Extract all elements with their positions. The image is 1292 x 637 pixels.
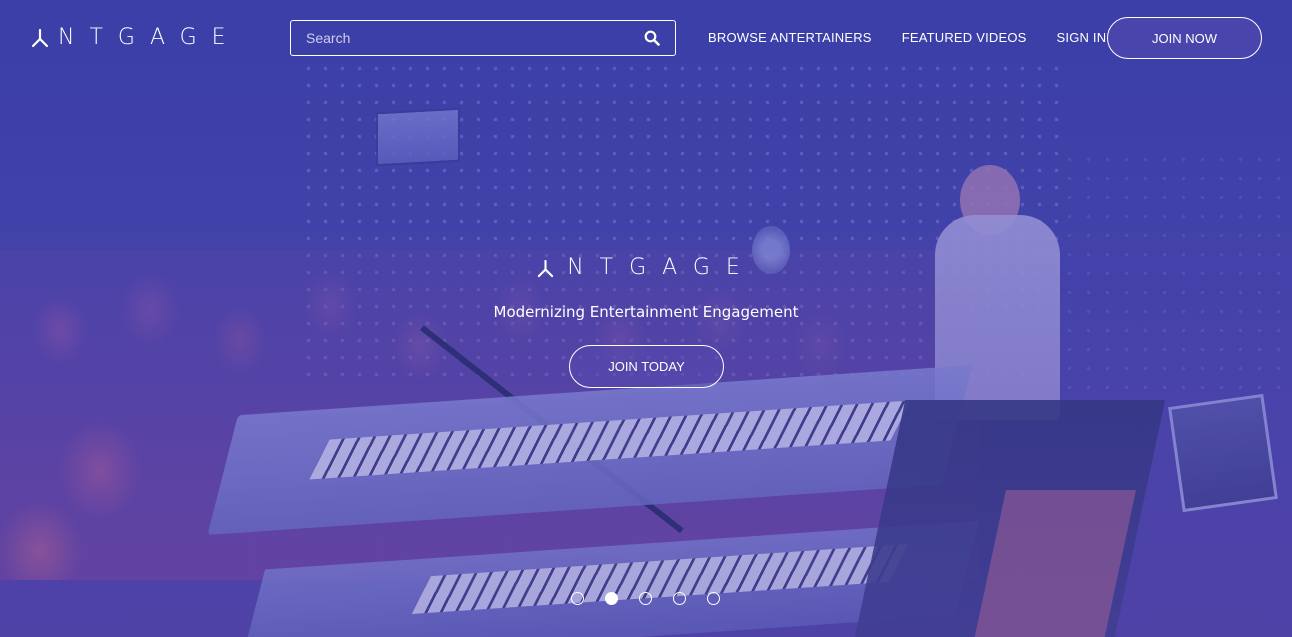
- carousel-dot[interactable]: [673, 592, 686, 605]
- carousel-dot[interactable]: [605, 592, 618, 605]
- nav-sign-in[interactable]: SIGN IN: [1057, 30, 1107, 45]
- search-bar: [290, 20, 676, 56]
- search-input[interactable]: [291, 29, 643, 47]
- carousel-dot[interactable]: [639, 592, 652, 605]
- tripod-a-logo-icon: [31, 28, 49, 48]
- join-today-button[interactable]: JOIN TODAY: [569, 345, 724, 388]
- hero-tagline: Modernizing Entertainment Engagement: [493, 303, 799, 321]
- search-icon[interactable]: [643, 29, 661, 47]
- nav-browse-entertainers[interactable]: BROWSE ANTERTAINERS: [708, 30, 872, 45]
- main-nav: BROWSE ANTERTAINERS FEATURED VIDEOS SIGN…: [708, 30, 1106, 45]
- hero-logo: NTGAGE: [0, 255, 1292, 280]
- carousel-dot[interactable]: [707, 592, 720, 605]
- carousel-indicators: [571, 592, 720, 605]
- brand-name: NTGAGE: [58, 25, 241, 50]
- join-now-button[interactable]: JOIN NOW: [1107, 17, 1262, 59]
- carousel-dot[interactable]: [571, 592, 584, 605]
- nav-featured-videos[interactable]: FEATURED VIDEOS: [902, 30, 1027, 45]
- tripod-a-logo-icon: [538, 259, 554, 277]
- hero-brand-name: NTGAGE: [567, 255, 756, 280]
- site-logo[interactable]: NTGAGE: [30, 25, 241, 50]
- hero-section: NTGAGE BROWSE ANTERTAINERS FEATURED VIDE…: [0, 0, 1292, 637]
